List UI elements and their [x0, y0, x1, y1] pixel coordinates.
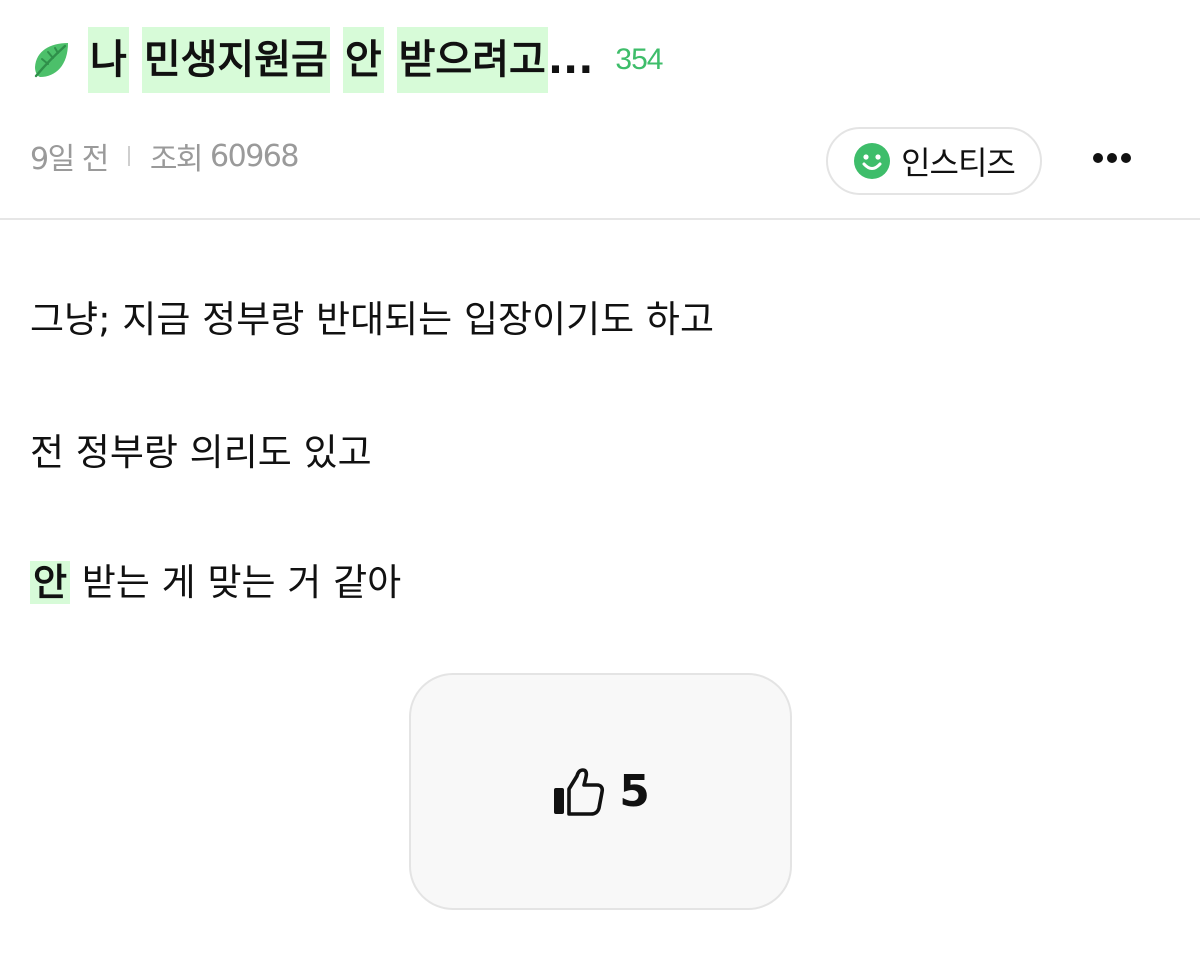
thumbs-up-icon	[551, 766, 607, 818]
body-text: 받는 게 맞는 거 같아	[70, 561, 402, 604]
leaf-icon	[30, 39, 72, 81]
post-header: 나 민생지원금 안 받으려고 ... 354 9일 전 조회 60968 인스티…	[0, 0, 1200, 220]
views-label: 조회	[149, 142, 204, 177]
title-ellipsis: ...	[547, 37, 594, 83]
more-dots-icon[interactable]	[1088, 140, 1136, 176]
meta-divider	[127, 146, 130, 166]
like-button[interactable]: 5	[409, 673, 792, 910]
post-body-line: 그냥; 지금 정부랑 반대되는 입장이기도 하고	[30, 298, 714, 341]
post-title: 나 민생지원금 안 받으려고 ... 354	[30, 26, 663, 94]
title-word: 민생지원금	[141, 27, 330, 93]
board-name: 인스티즈	[901, 144, 1016, 182]
like-count: 5	[619, 766, 650, 817]
title-word: 받으려고	[396, 27, 548, 93]
board-button[interactable]: 인스티즈	[826, 127, 1042, 195]
comment-count[interactable]: 354	[615, 43, 663, 77]
post-time: 9일 전	[30, 142, 109, 177]
title-word: 안	[342, 27, 384, 93]
smile-icon	[853, 142, 891, 180]
body-highlight: 안	[30, 561, 71, 604]
title-word: 나	[88, 27, 129, 93]
views-count: 60968	[210, 138, 299, 174]
post-body-line: 안 받는 게 맞는 거 같아	[30, 556, 401, 610]
post-body-line: 전 정부랑 의리도 있고	[30, 431, 372, 474]
post-meta: 9일 전 조회 60968	[30, 134, 299, 178]
